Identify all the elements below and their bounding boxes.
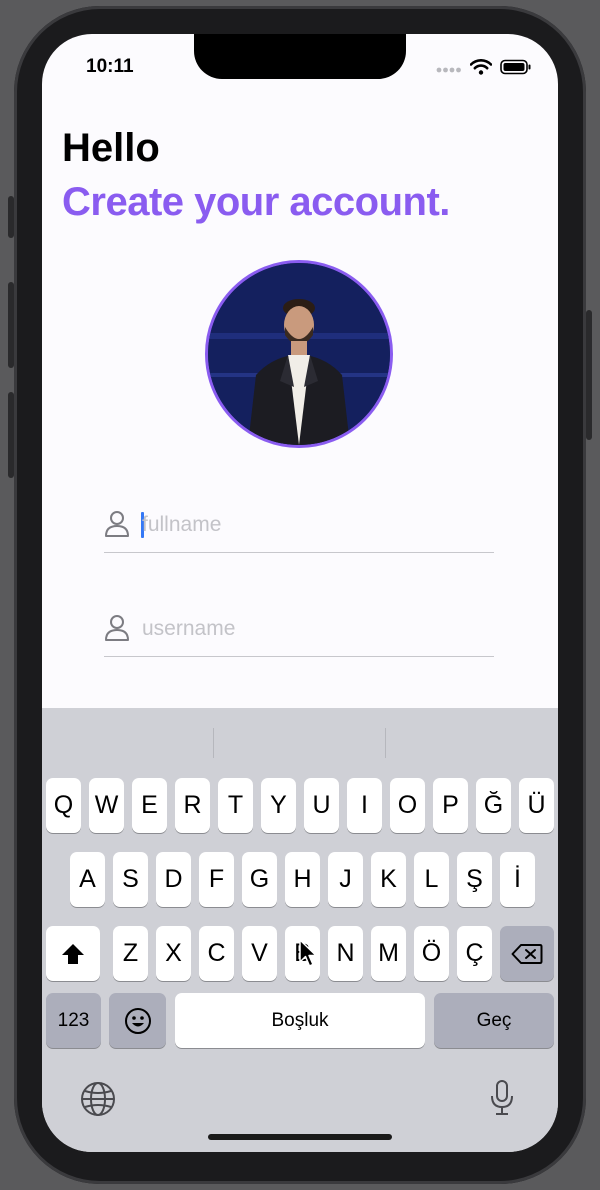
key-a[interactable]: A — [70, 852, 105, 907]
status-time: 10:11 — [86, 56, 134, 77]
suggestion-divider — [385, 728, 386, 758]
volume-up-button — [8, 282, 14, 368]
key-m[interactable]: M — [371, 926, 406, 981]
key-h[interactable]: H — [285, 852, 320, 907]
shift-key[interactable] — [46, 926, 100, 981]
username-placeholder: username — [142, 617, 236, 640]
key-o-umlaut[interactable]: Ö — [414, 926, 449, 981]
key-k[interactable]: K — [371, 852, 406, 907]
emoji-key[interactable] — [109, 993, 166, 1048]
suggestion-divider — [213, 728, 214, 758]
backspace-key[interactable] — [500, 926, 554, 981]
person-icon — [105, 511, 129, 537]
key-p[interactable]: P — [433, 778, 468, 833]
key-j[interactable]: J — [328, 852, 363, 907]
fullname-placeholder: fullname — [142, 513, 222, 536]
key-r[interactable]: R — [175, 778, 210, 833]
create-account-subtitle: Create your account. — [62, 180, 450, 224]
key-u[interactable]: U — [304, 778, 339, 833]
mute-switch — [8, 196, 14, 238]
home-indicator[interactable] — [208, 1134, 392, 1140]
key-s-cedilla[interactable]: Ş — [457, 852, 492, 907]
key-f[interactable]: F — [199, 852, 234, 907]
key-c[interactable]: C — [199, 926, 234, 981]
key-z[interactable]: Z — [113, 926, 148, 981]
notch — [194, 34, 406, 79]
power-button — [586, 310, 592, 440]
key-o[interactable]: O — [390, 778, 425, 833]
numbers-key[interactable]: 123 — [46, 993, 101, 1048]
space-key[interactable]: Boşluk — [175, 993, 425, 1048]
volume-down-button — [8, 392, 14, 478]
screen: 10:11 Hello Create your account. fullnam… — [42, 34, 558, 1152]
greeting-title: Hello — [62, 126, 160, 170]
profile-photo — [208, 263, 390, 445]
battery-icon — [500, 59, 531, 75]
signal-icon — [436, 67, 461, 73]
key-v[interactable]: V — [242, 926, 277, 981]
return-key[interactable]: Geç — [434, 993, 554, 1048]
person-icon — [105, 615, 129, 641]
profile-photo-picker[interactable] — [205, 260, 393, 448]
globe-icon[interactable] — [79, 1080, 117, 1118]
fullname-field[interactable]: fullname — [104, 496, 494, 553]
username-field[interactable]: username — [104, 600, 494, 657]
keyboard: Q W E R T Y U I O P Ğ Ü A S D F G H J K … — [42, 708, 558, 1152]
key-i-dotted[interactable]: İ — [500, 852, 535, 907]
key-e[interactable]: E — [132, 778, 167, 833]
key-g[interactable]: G — [242, 852, 277, 907]
key-g-breve[interactable]: Ğ — [476, 778, 511, 833]
key-i[interactable]: I — [347, 778, 382, 833]
status-icons — [436, 58, 532, 76]
emoji-icon — [124, 1007, 151, 1034]
key-s[interactable]: S — [113, 852, 148, 907]
mouse-cursor-icon — [299, 939, 317, 967]
key-l[interactable]: L — [414, 852, 449, 907]
key-w[interactable]: W — [89, 778, 124, 833]
key-d[interactable]: D — [156, 852, 191, 907]
microphone-icon[interactable] — [488, 1078, 516, 1118]
key-u-umlaut[interactable]: Ü — [519, 778, 554, 833]
backspace-icon — [511, 943, 543, 964]
key-c-cedilla[interactable]: Ç — [457, 926, 492, 981]
key-t[interactable]: T — [218, 778, 253, 833]
key-y[interactable]: Y — [261, 778, 296, 833]
key-x[interactable]: X — [156, 926, 191, 981]
shift-icon — [62, 943, 84, 964]
key-n[interactable]: N — [328, 926, 363, 981]
wifi-icon — [470, 59, 492, 75]
key-q[interactable]: Q — [46, 778, 81, 833]
